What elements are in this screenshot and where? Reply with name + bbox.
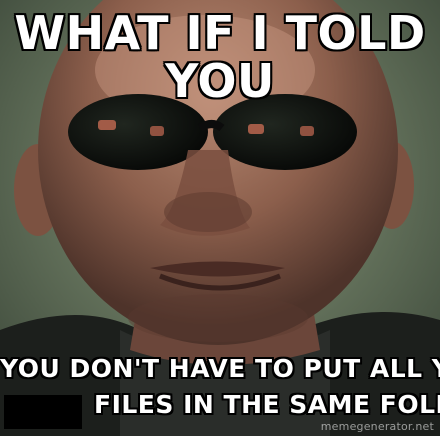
- top-caption-line-1: WHAT IF I TOLD: [14, 6, 426, 60]
- bottom-caption-line-1: YOU DON'T HAVE TO PUT ALL YOUR: [0, 354, 440, 383]
- top-caption: WHAT IF I TOLD YOU: [0, 6, 440, 108]
- top-caption-line-2: YOU: [164, 54, 275, 108]
- redaction-bar: [4, 395, 82, 429]
- watermark: memegenerator.net: [320, 420, 434, 433]
- meme-image: WHAT IF I TOLD YOU YOU DON'T HAVE TO PUT…: [0, 0, 440, 436]
